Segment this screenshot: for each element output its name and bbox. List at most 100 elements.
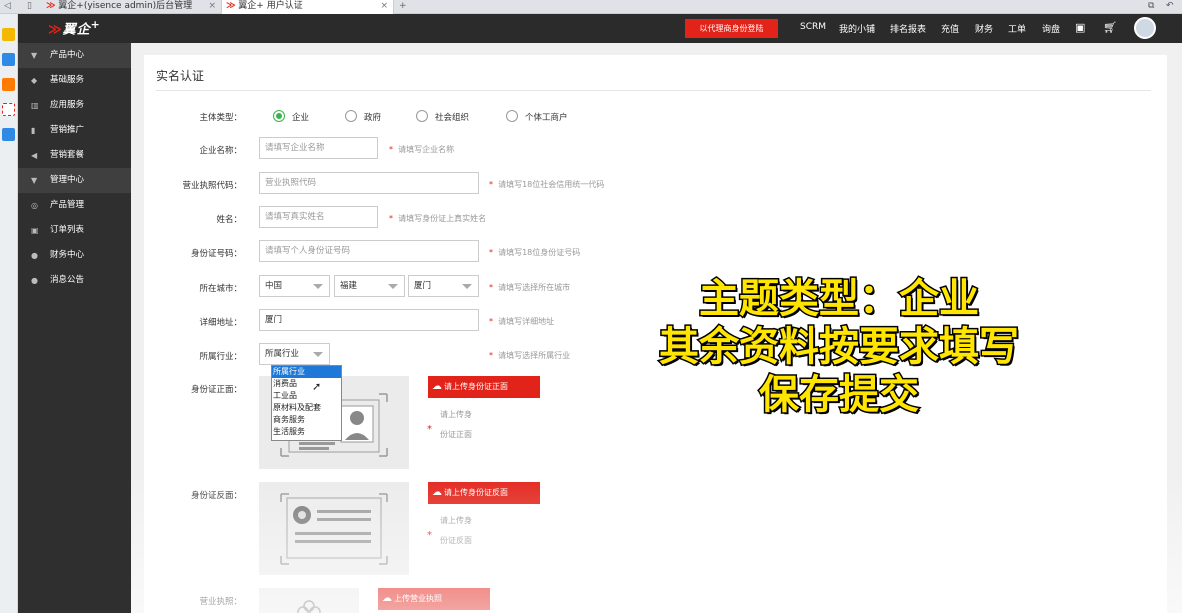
id-number-input[interactable]: 请填写个人身份证号码 — [259, 240, 479, 262]
sidebar-item-basic-service[interactable]: ◆ 基础服务 — [18, 68, 131, 93]
hint-line: 请上传身 — [440, 516, 472, 525]
hint-text: 请填写企业名称 — [398, 145, 455, 154]
sidebar-item-label: 产品管理 — [50, 200, 85, 210]
nav-finance[interactable]: 财务 — [975, 22, 993, 35]
sidebar-item-management-center[interactable]: ▼ 管理中心 — [18, 168, 131, 193]
close-icon[interactable]: × — [208, 0, 216, 13]
id-back-label: 身份证反面： — [190, 491, 242, 501]
tab-label: 翼企+(yisence admin)后台管理 — [58, 1, 193, 11]
industry-option[interactable]: 消费品 — [272, 378, 341, 390]
radio-social-org-label[interactable]: 社会组织 — [435, 111, 469, 123]
name-label: 姓名： — [216, 215, 242, 225]
province-select[interactable]: 福建 — [334, 275, 405, 297]
document-icon[interactable] — [2, 128, 15, 141]
hint-text: 请填写身份证上真实姓名 — [398, 214, 487, 223]
upload-id-front-button[interactable]: ☁ 请上传身份证正面 — [428, 376, 540, 398]
brand-plus: + — [90, 18, 101, 31]
weibo-icon[interactable] — [2, 78, 15, 91]
back-icon[interactable]: ◁ — [4, 0, 11, 13]
caption-line: 保存提交 — [758, 371, 921, 420]
radio-government-label[interactable]: 政府 — [364, 111, 381, 123]
sidebar-item-app-service[interactable]: ▥ 应用服务 — [18, 93, 131, 118]
license-code-label: 营业执照代码： — [182, 181, 242, 191]
industry-option[interactable]: 商务服务 — [272, 414, 341, 426]
radio-government[interactable] — [345, 110, 357, 122]
box-icon: ◎ — [31, 201, 38, 210]
id-back-preview[interactable] — [259, 482, 409, 575]
avatar[interactable] — [1134, 17, 1156, 39]
industry-option[interactable]: 工业品 — [272, 390, 341, 402]
chevron-down-icon — [313, 284, 323, 289]
country-select[interactable]: 中国 — [259, 275, 330, 297]
required-mark: * — [389, 214, 393, 223]
sidebar-item-label: 订单列表 — [50, 225, 85, 235]
cart-icon[interactable]: 🛒︎ — [1103, 21, 1117, 34]
tab-admin[interactable]: ≫ 翼企+(yisence admin)后台管理 × — [42, 0, 222, 14]
megaphone-icon: ◀ — [31, 151, 38, 160]
required-mark: * — [389, 145, 393, 154]
nav-ranking-report[interactable]: 排名报表 — [890, 22, 926, 35]
radio-social-org[interactable] — [416, 110, 428, 122]
brand-name: 翼企 — [62, 22, 91, 38]
nav-recharge[interactable]: 充值 — [941, 22, 959, 35]
city-label: 所在城市： — [199, 284, 242, 294]
sidebar-item-label: 基础服务 — [50, 75, 85, 85]
industry-dropdown: 所属行业 消费品 工业品 原材料及配套 商务服务 生活服务 — [271, 365, 342, 441]
sidebar-item-marketing-package[interactable]: ◀ 营销套餐 — [18, 143, 131, 168]
chevron-down-icon — [462, 284, 472, 289]
id-back-hint: 请上传身 份证反面 — [440, 511, 480, 551]
sidebar-item-marketing[interactable]: ▮ 营销推广 — [18, 118, 131, 143]
name-hint: * 请填写身份证上真实姓名 — [389, 213, 486, 224]
sidebar-item-product-center[interactable]: ▼ 产品中心 — [18, 43, 131, 68]
list-icon[interactable] — [2, 53, 15, 66]
address-input[interactable]: 厦门 — [259, 309, 479, 331]
star-icon[interactable] — [2, 28, 15, 41]
sidebar-item-product-management[interactable]: ◎ 产品管理 — [18, 193, 131, 218]
name-input[interactable]: 请填写真实姓名 — [259, 206, 378, 228]
license-code-input[interactable]: 营业执照代码 — [259, 172, 479, 194]
caption-line: 主题类型：企业 — [698, 275, 981, 324]
undo-icon[interactable]: ↶ — [1166, 0, 1174, 13]
upload-button-label: 请上传身份证正面 — [444, 382, 508, 391]
company-name-input[interactable]: 请填写企业名称 — [259, 137, 378, 159]
industry-option[interactable]: 原材料及配套 — [272, 402, 341, 414]
nav-my-shop[interactable]: 我的小铺 — [839, 22, 875, 35]
industry-select[interactable]: 所属行业 — [259, 343, 330, 365]
industry-option[interactable]: 生活服务 — [272, 426, 341, 438]
agent-login-button[interactable]: 以代理商身份登陆 — [685, 19, 778, 38]
tab-list-icon[interactable]: ▯ — [27, 0, 32, 13]
triangle-down-icon: ▼ — [31, 51, 38, 60]
required-mark: * — [489, 317, 493, 326]
nav-work-order[interactable]: 工单 — [1008, 22, 1026, 35]
city-value: 厦门 — [414, 281, 432, 291]
sidebar-item-label: 应用服务 — [50, 100, 85, 110]
video-caption: 主题类型：企业 其余资料按要求填写 保存提交 — [594, 275, 1084, 420]
message-icon[interactable]: ▣ — [1075, 21, 1085, 34]
hint-line: 份证反面 — [440, 536, 472, 545]
nav-scrm[interactable]: SCRM — [800, 22, 826, 32]
tab-user-auth[interactable]: ≫ 翼企+ 用户认证 × — [222, 0, 394, 14]
hint-text: 请填写选择所在城市 — [498, 283, 571, 292]
sidebar-item-finance-center[interactable]: ● 财务中心 — [18, 243, 131, 268]
upload-id-back-button[interactable]: ☁ 请上传身份证反面 — [428, 482, 540, 504]
sidebar-item-order-list[interactable]: ▣ 订单列表 — [18, 218, 131, 243]
radio-enterprise-label[interactable]: 企业 — [292, 111, 309, 123]
radio-individual-label[interactable]: 个体工商户 — [525, 111, 568, 123]
at-icon[interactable] — [2, 103, 15, 116]
business-license-label: 营业执照： — [199, 597, 242, 607]
building-icon: ▥ — [31, 101, 39, 110]
close-icon[interactable]: × — [380, 0, 388, 13]
city-select[interactable]: 厦门 — [408, 275, 479, 297]
city-hint: * 请填写选择所在城市 — [489, 282, 570, 293]
radio-enterprise[interactable] — [273, 110, 285, 122]
industry-option[interactable]: 所属行业 — [272, 366, 341, 378]
radio-individual[interactable] — [506, 110, 518, 122]
restore-icon[interactable]: ⧉ — [1148, 0, 1154, 13]
upload-business-license-button[interactable]: ☁ 上传营业执照 — [378, 588, 490, 610]
triangle-down-icon: ▼ — [31, 176, 38, 185]
brand-logo[interactable]: ≫翼企+ — [48, 18, 101, 37]
business-license-preview[interactable] — [259, 588, 359, 613]
sidebar-item-announcements[interactable]: ● 消息公告 — [18, 268, 131, 293]
new-tab-button[interactable]: + — [399, 0, 407, 13]
nav-inquiry[interactable]: 询盘 — [1042, 22, 1060, 35]
